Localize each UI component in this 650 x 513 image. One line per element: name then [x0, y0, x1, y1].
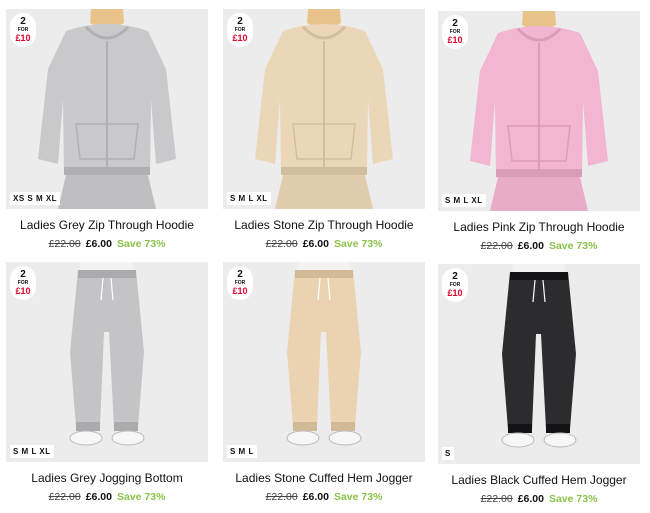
badge-count: 2 [452, 18, 458, 29]
jogger-photo [501, 264, 577, 448]
product-image[interactable]: 2 FOR £10 S [438, 264, 640, 464]
badge-count: 2 [237, 269, 243, 280]
badge-price: £10 [447, 35, 463, 45]
original-price: £22.00 [265, 491, 298, 503]
sale-price: £6.00 [517, 493, 544, 505]
size-list: S M L [227, 445, 257, 458]
price-row: £22.00 £6.00 Save 73% [438, 240, 640, 252]
product-title[interactable]: Ladies Stone Zip Through Hoodie [223, 218, 425, 232]
badge-price: £10 [15, 33, 31, 43]
product-card[interactable]: 2 FOR £10 S M L Ladies Stone Cuffed Hem … [223, 262, 425, 503]
hoodie-photo [470, 11, 608, 211]
badge-count: 2 [20, 269, 26, 280]
badge-count: 2 [20, 16, 26, 27]
jogger-photo [286, 262, 362, 446]
product-image[interactable]: 2 FOR £10 S M L XL [6, 262, 208, 462]
product-image[interactable]: 2 FOR £10 S M L XL [438, 11, 640, 211]
original-price: £22.00 [480, 240, 513, 252]
badge-price: £10 [15, 286, 31, 296]
product-card[interactable]: 2 FOR £10 S M L XL Ladies Grey Jogging B… [6, 262, 208, 503]
hoodie-photo [255, 9, 393, 209]
original-price: £22.00 [265, 238, 298, 250]
product-card[interactable]: 2 FOR £10 S M L XL Ladies Stone Zip Thro… [223, 9, 425, 250]
badge-price: £10 [232, 33, 248, 43]
two-for-ten-badge: 2 FOR £10 [10, 13, 36, 47]
size-list: S [442, 447, 454, 460]
product-title[interactable]: Ladies Black Cuffed Hem Jogger [438, 473, 640, 487]
badge-price: £10 [447, 288, 463, 298]
two-for-ten-badge: 2 FOR £10 [227, 13, 253, 47]
save-label: Save 73% [548, 493, 598, 505]
product-image[interactable]: 2 FOR £10 S M L [223, 262, 425, 462]
jogger-photo [69, 262, 145, 446]
price-row: £22.00 £6.00 Save 73% [6, 238, 208, 250]
price-row: £22.00 £6.00 Save 73% [223, 238, 425, 250]
two-for-ten-badge: 2 FOR £10 [227, 266, 253, 300]
product-title[interactable]: Ladies Grey Zip Through Hoodie [6, 218, 208, 232]
save-label: Save 73% [333, 238, 383, 250]
price-row: £22.00 £6.00 Save 73% [6, 491, 208, 503]
save-label: Save 73% [333, 491, 383, 503]
product-image[interactable]: 2 FOR £10 S M L XL [223, 9, 425, 209]
size-list: XS S M XL [10, 192, 61, 205]
badge-price: £10 [232, 286, 248, 296]
price-row: £22.00 £6.00 Save 73% [223, 491, 425, 503]
product-card[interactable]: 2 FOR £10 S M L XL Ladies Pink Zip Throu… [438, 11, 640, 252]
sale-price: £6.00 [85, 238, 112, 250]
size-list: S M L XL [10, 445, 54, 458]
sale-price: £6.00 [85, 491, 112, 503]
sale-price: £6.00 [302, 491, 329, 503]
two-for-ten-badge: 2 FOR £10 [442, 268, 468, 302]
badge-count: 2 [452, 271, 458, 282]
sale-price: £6.00 [302, 238, 329, 250]
save-label: Save 73% [548, 240, 598, 252]
size-list: S M L XL [442, 194, 486, 207]
original-price: £22.00 [48, 238, 81, 250]
price-row: £22.00 £6.00 Save 73% [438, 493, 640, 505]
product-card[interactable]: 2 FOR £10 S Ladies Black Cuffed Hem Jogg… [438, 264, 640, 505]
product-card[interactable]: 2 FOR £10 XS S M XL Ladies Grey Zip Thro… [6, 9, 208, 250]
product-title[interactable]: Ladies Stone Cuffed Hem Jogger [223, 471, 425, 485]
original-price: £22.00 [48, 491, 81, 503]
size-list: S M L XL [227, 192, 271, 205]
sale-price: £6.00 [517, 240, 544, 252]
product-image[interactable]: 2 FOR £10 XS S M XL [6, 9, 208, 209]
two-for-ten-badge: 2 FOR £10 [10, 266, 36, 300]
badge-count: 2 [237, 16, 243, 27]
save-label: Save 73% [116, 238, 166, 250]
save-label: Save 73% [116, 491, 166, 503]
product-title[interactable]: Ladies Pink Zip Through Hoodie [438, 220, 640, 234]
product-title[interactable]: Ladies Grey Jogging Bottom [6, 471, 208, 485]
original-price: £22.00 [480, 493, 513, 505]
hoodie-photo [38, 9, 176, 209]
two-for-ten-badge: 2 FOR £10 [442, 15, 468, 49]
